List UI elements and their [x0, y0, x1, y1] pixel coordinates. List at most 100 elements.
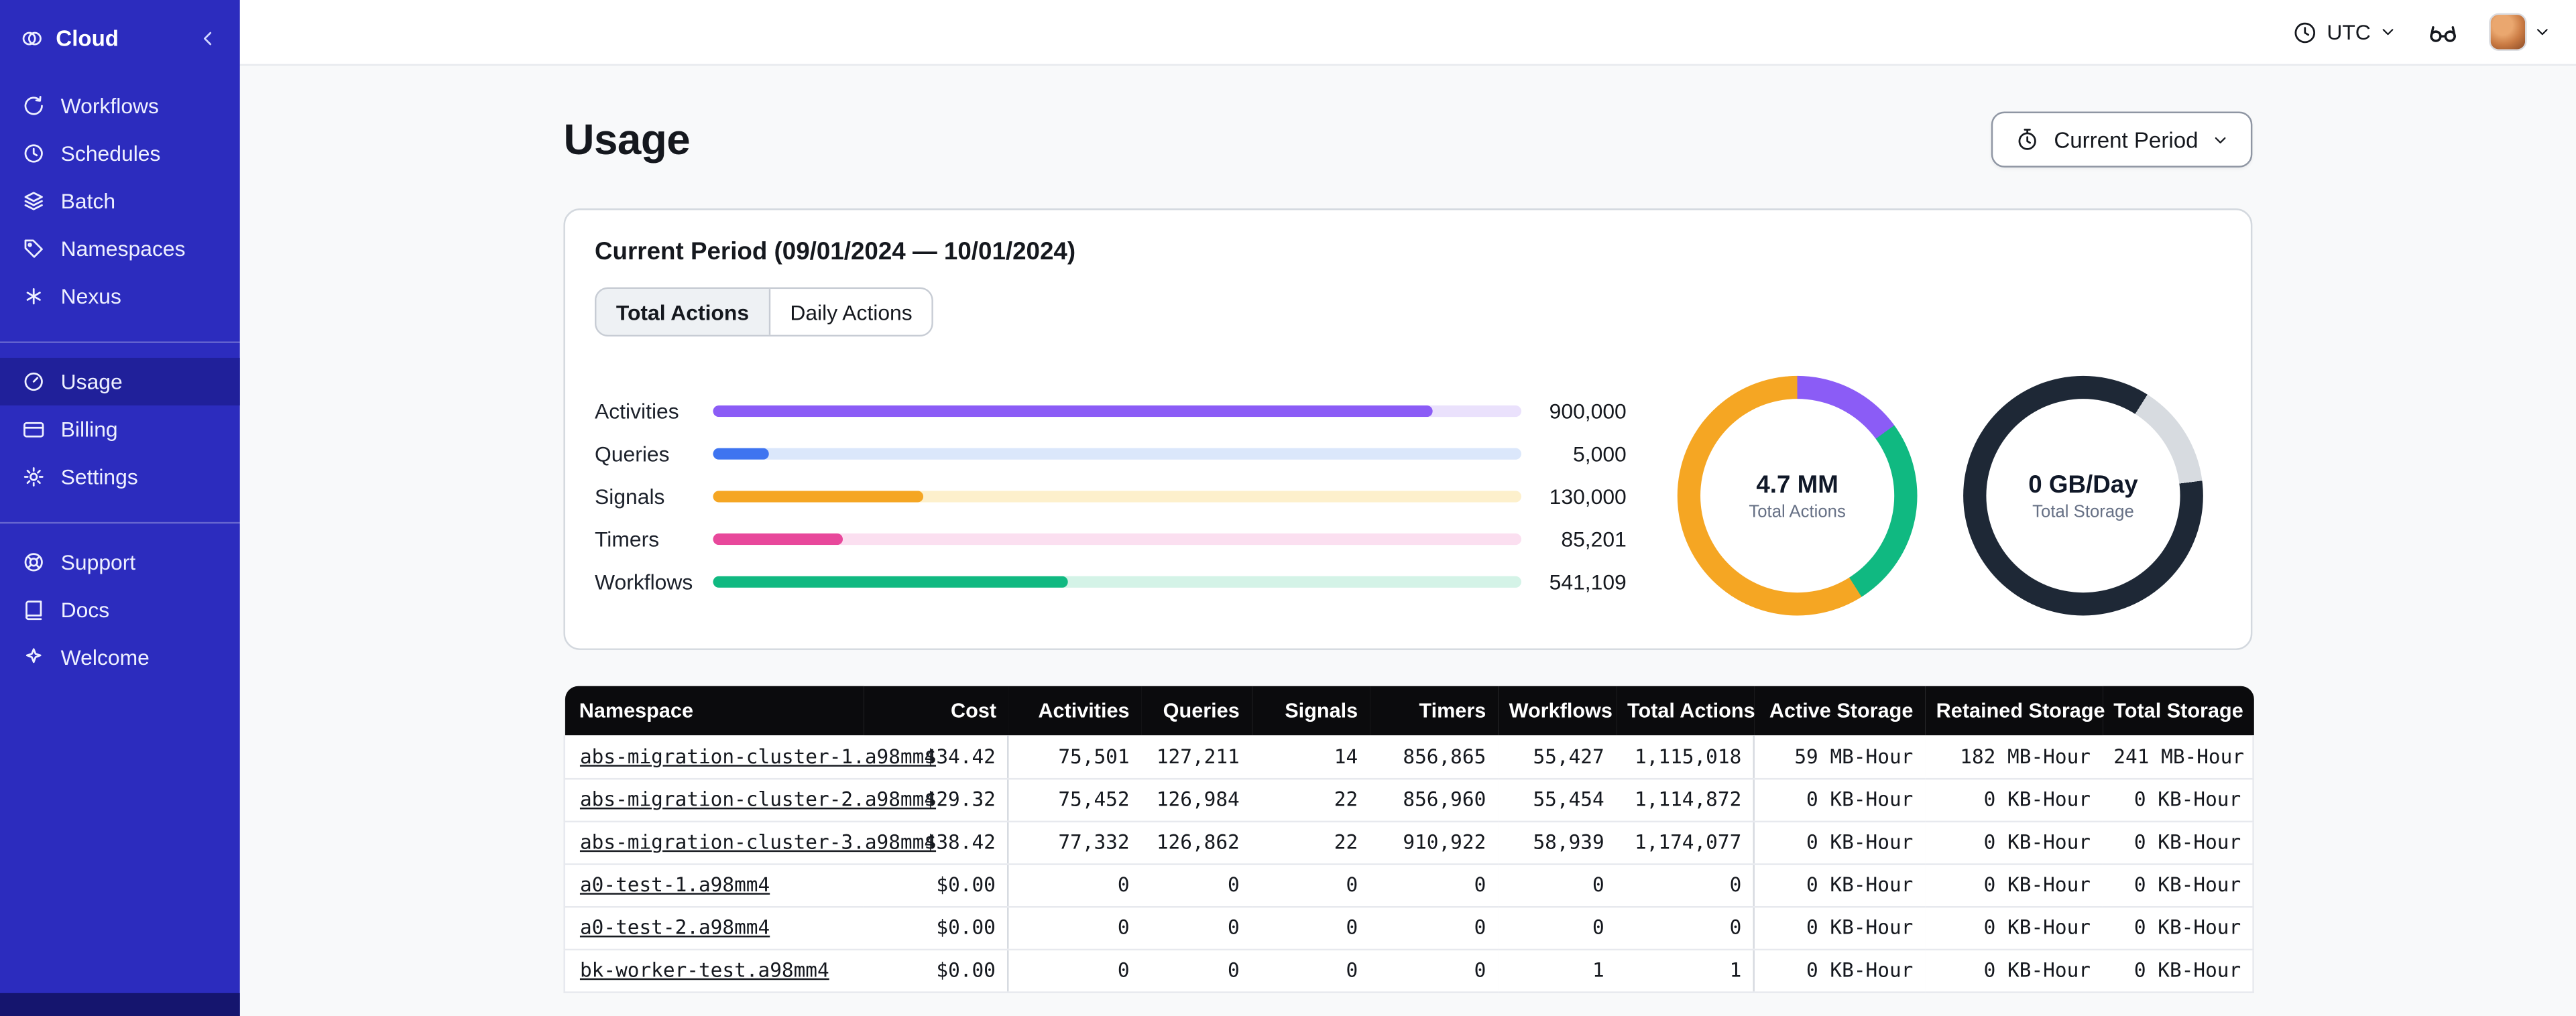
column-header: Retained Storage — [1924, 686, 2105, 736]
page-head: Usage Current Period — [563, 111, 2253, 168]
sidebar-item-docs[interactable]: Docs — [0, 586, 240, 633]
sidebar-item-label: Welcome — [60, 645, 150, 670]
value-cell: 1 — [1497, 948, 1616, 993]
bar-label: Activities — [595, 397, 679, 423]
donut-center: 4.7 MM Total Actions — [1700, 399, 1895, 593]
column-header: Total Storage — [2102, 686, 2253, 736]
value-cell: 0 KB-Hour — [1753, 948, 1925, 993]
actions-tabs: Total Actions Daily Actions — [595, 287, 934, 337]
table-row: a0-test-2.a98mm4 $0.00 0 0 0 0 0 0 0 KB-Hour 0 KB… — [563, 906, 2254, 950]
sidebar-group-account: Usage Billing Settings — [0, 341, 240, 513]
value-cell: 126,862 — [1140, 820, 1251, 865]
value-cell: 59 MB-Hour — [1753, 735, 1925, 779]
bar-fill — [713, 532, 843, 544]
timezone-selector[interactable]: UTC — [2292, 19, 2397, 45]
sidebar-group-platform: Workflows Schedules Batch Namespaces Nex… — [0, 76, 240, 334]
sidebar-item-label: Batch — [60, 188, 116, 214]
sidebar-item-label: Schedules — [60, 141, 161, 166]
sidebar-item-namespaces[interactable]: Namespaces — [0, 225, 240, 273]
bar-label: Workflows — [595, 568, 693, 594]
value-cell: 14 — [1250, 735, 1370, 779]
value-cell: 0 KB-Hour — [2102, 948, 2254, 993]
namespace-link[interactable]: abs-migration-cluster-2.a98mm4 — [580, 788, 936, 811]
column-header: Active Storage — [1753, 686, 1925, 736]
total-storage-value: 0 GB/Day — [2028, 470, 2138, 499]
schedules-icon — [24, 144, 43, 163]
sidebar-item-nexus[interactable]: Nexus — [0, 273, 240, 320]
collapse-sidebar-button[interactable] — [196, 25, 221, 50]
value-cell: 856,960 — [1369, 777, 1498, 822]
bar-fill — [713, 490, 923, 502]
table-row: abs-migration-cluster-1.a98mm4 $34.42 75,5… — [563, 735, 2254, 779]
value-cell: 75,452 — [1007, 777, 1141, 822]
value-cell: 1 — [1615, 948, 1754, 993]
namespace-cell: abs-migration-cluster-3.a98mm4 — [563, 820, 936, 865]
namespaces-usage-table: Namespace Cost Activities Queries Signals Tim… — [563, 686, 2254, 993]
value-cell: $0.00 — [863, 906, 1008, 950]
value-cell: 127,211 — [1140, 735, 1251, 779]
value-cell: 1,114,872 — [1615, 777, 1754, 822]
value-cell: 0 — [1140, 906, 1251, 950]
value-cell: 0 — [1497, 906, 1616, 950]
value-cell: 0 — [1007, 863, 1141, 907]
namespace-link[interactable]: a0-test-2.a98mm4 — [580, 916, 770, 939]
bar-value: 5,000 — [1573, 440, 1627, 466]
app-window: Cloud Workflows Schedules Batch Namespac… — [0, 0, 2576, 1016]
sidebar-item-label: Nexus — [60, 283, 121, 309]
brand-label: Cloud — [56, 25, 119, 50]
period-selector-button[interactable]: Current Period — [1991, 111, 2253, 168]
sidebar-item-batch[interactable]: Batch — [0, 178, 240, 225]
donut-center: 0 GB/Day Total Storage — [1986, 399, 2180, 593]
tab-daily-actions[interactable]: Daily Actions — [768, 289, 933, 335]
topbar: UTC — [239, 0, 2576, 66]
column-header: Queries — [1140, 686, 1251, 736]
usage-table-body: abs-migration-cluster-1.a98mm4 $34.42 75,5… — [563, 735, 2254, 993]
sidebar-item-workflows[interactable]: Workflows — [0, 82, 240, 129]
clock-icon — [2295, 21, 2316, 43]
value-cell: 0 KB-Hour — [2102, 820, 2254, 865]
value-cell: $0.00 — [863, 863, 1008, 907]
value-cell: 58,939 — [1497, 820, 1616, 865]
namespace-link[interactable]: bk-worker-test.a98mm4 — [580, 958, 829, 981]
sidebar-item-settings[interactable]: Settings — [0, 453, 240, 501]
charts-row: Activities 900,000 Queries 5,000 Signals 130,… — [595, 375, 2221, 616]
column-header: Signals — [1250, 686, 1370, 736]
bar-track — [713, 447, 1521, 459]
namespace-link[interactable]: abs-migration-cluster-1.a98mm4 — [580, 745, 936, 767]
nexus-icon — [26, 288, 41, 305]
table-row: abs-migration-cluster-3.a98mm4 $38.42 77,3… — [563, 820, 2254, 865]
sidebar-item-usage[interactable]: Usage — [0, 357, 240, 405]
workflows-icon — [24, 96, 43, 115]
bar-fill — [713, 404, 1433, 416]
column-header: Timers — [1369, 686, 1498, 736]
namespace-link[interactable]: a0-test-1.a98mm4 — [580, 873, 770, 896]
value-cell: 0 KB-Hour — [2102, 863, 2254, 907]
sidebar-item-support[interactable]: Support — [0, 538, 240, 586]
value-cell: 0 — [1250, 906, 1370, 950]
namespace-cell: abs-migration-cluster-2.a98mm4 — [563, 777, 936, 822]
sidebar-item-schedules[interactable]: Schedules — [0, 129, 240, 177]
usage-table-header-row: Namespace Cost Activities Queries Signals Tim… — [564, 686, 2253, 736]
actions-bar-chart: Activities 900,000 Queries 5,000 Signals 130,… — [595, 389, 1627, 602]
current-period-card: Current Period (09/01/2024 — 10/01/2024)… — [563, 208, 2253, 650]
total-actions-value: 4.7 MM — [1756, 470, 1838, 499]
sidebar-item-billing[interactable]: Billing — [0, 405, 240, 453]
sidebar-item-welcome[interactable]: Welcome — [0, 633, 240, 681]
settings-icon — [23, 467, 44, 487]
user-menu-button[interactable] — [2489, 13, 2551, 51]
bar-label: Timers — [595, 526, 660, 551]
usage-page: Usage Current Period Current Period (09/… — [563, 66, 2254, 993]
namespaces-icon — [24, 239, 43, 258]
docs-icon — [25, 600, 42, 621]
sidebar-item-label: Docs — [60, 597, 110, 623]
value-cell: $0.00 — [863, 948, 1008, 993]
glasses-button[interactable] — [2426, 15, 2459, 48]
namespace-cell: bk-worker-test.a98mm4 — [563, 948, 864, 993]
value-cell: 0 KB-Hour — [1924, 948, 2103, 993]
bar-row-signals: Signals 130,000 — [595, 474, 1627, 517]
value-cell: 0 KB-Hour — [1753, 863, 1925, 907]
namespace-link[interactable]: abs-migration-cluster-3.a98mm4 — [580, 830, 936, 853]
value-cell: 0 — [1497, 863, 1616, 907]
bar-row-timers: Timers 85,201 — [595, 517, 1627, 560]
tab-total-actions[interactable]: Total Actions — [596, 289, 769, 335]
